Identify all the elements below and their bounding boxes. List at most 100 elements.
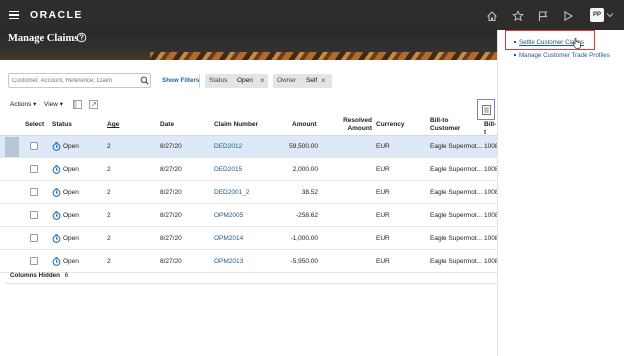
table-header: Select Status Age Date Claim Number Amou… bbox=[0, 112, 497, 136]
open-status-icon bbox=[52, 257, 61, 266]
cell-age: 2 bbox=[107, 258, 111, 265]
highlight-annotation bbox=[505, 30, 595, 50]
col-bill-to-customer[interactable]: Bill-to Customer bbox=[430, 117, 460, 133]
hamburger-menu-icon[interactable] bbox=[9, 11, 19, 20]
favorites-star-icon[interactable] bbox=[512, 10, 524, 22]
oracle-logo: ORACLE bbox=[30, 9, 83, 21]
cell-date: 8/27/20 bbox=[160, 235, 182, 242]
tasks-panel-toggle[interactable] bbox=[477, 99, 495, 120]
table-row[interactable]: Open 2 8/27/20 DED2012 59,500.00 EUR Eag… bbox=[0, 136, 498, 158]
help-icon[interactable] bbox=[76, 32, 87, 43]
cell-claim-number-link[interactable]: OPM2013 bbox=[214, 258, 243, 265]
cell-age: 2 bbox=[107, 143, 111, 150]
cell-customer: Eagle Supermot... bbox=[430, 212, 483, 219]
col-status[interactable]: Status bbox=[52, 121, 72, 129]
cell-currency: EUR bbox=[376, 143, 390, 150]
col-bill-to-more[interactable]: Bill-t bbox=[484, 121, 497, 137]
table-footer-divider bbox=[5, 283, 497, 284]
play-icon[interactable] bbox=[562, 10, 574, 22]
col-claim-number[interactable]: Claim Number bbox=[214, 121, 258, 129]
col-age[interactable]: Age bbox=[107, 121, 119, 129]
actions-menu[interactable]: Actions ▾ bbox=[10, 100, 36, 108]
col-currency[interactable]: Currency bbox=[376, 121, 405, 129]
cell-amount: -5,950.00 bbox=[290, 258, 318, 265]
tasks-list-icon bbox=[482, 105, 491, 115]
row-selection-indicator bbox=[5, 137, 19, 157]
table-row[interactable]: Open 2 8/27/20 OPM2005 -258.62 EUR Eagle… bbox=[0, 205, 498, 227]
cell-date: 8/27/20 bbox=[160, 143, 182, 150]
task-link-manage-customer-trade-profiles[interactable]: Manage Customer Trade Profiles bbox=[514, 52, 610, 59]
cell-age: 2 bbox=[107, 235, 111, 242]
cell-claim-number-link[interactable]: OPM2005 bbox=[214, 212, 243, 219]
open-status-icon bbox=[52, 165, 61, 174]
cell-claim-number-link[interactable]: DED2001_2 bbox=[214, 189, 249, 196]
col-date[interactable]: Date bbox=[160, 121, 174, 129]
remove-chip-icon[interactable]: × bbox=[321, 76, 326, 85]
watchlist-flag-icon[interactable] bbox=[537, 10, 549, 22]
col-bill-to-line2: Customer bbox=[430, 125, 461, 132]
table-row[interactable]: Open 2 8/27/20 OPM2014 -1,000.00 EUR Eag… bbox=[0, 228, 498, 250]
cell-date: 8/27/20 bbox=[160, 189, 182, 196]
cell-amount: 2,000.00 bbox=[292, 166, 318, 173]
col-resolved-amount-line1: Resolved bbox=[343, 117, 372, 124]
task-link-label: Manage Customer Trade Profiles bbox=[519, 52, 610, 59]
status-filter-chip[interactable]: Status Open × bbox=[205, 74, 268, 88]
remove-chip-icon[interactable]: × bbox=[260, 76, 265, 85]
columns-hidden-label: Columns Hidden bbox=[10, 272, 61, 279]
row-checkbox[interactable] bbox=[30, 188, 38, 196]
cell-currency: EUR bbox=[376, 212, 390, 219]
chevron-down-icon[interactable] bbox=[606, 11, 614, 19]
cell-age: 2 bbox=[107, 189, 111, 196]
banner-decoration bbox=[150, 52, 497, 60]
cell-status: Open bbox=[63, 143, 79, 150]
open-status-icon bbox=[52, 234, 61, 243]
cell-customer: Eagle Supermot... bbox=[430, 143, 483, 150]
cell-date: 8/27/20 bbox=[160, 212, 182, 219]
table-row[interactable]: Open 2 8/27/20 DED2015 2,000.00 EUR Eagl… bbox=[0, 159, 498, 181]
home-icon[interactable] bbox=[486, 10, 498, 22]
cell-age: 2 bbox=[107, 212, 111, 219]
open-status-icon bbox=[52, 211, 61, 220]
cell-claim-number-link[interactable]: DED2015 bbox=[214, 166, 242, 173]
chip-value: Open bbox=[237, 77, 253, 84]
detach-table-icon[interactable] bbox=[89, 100, 98, 109]
hand-pointer-cursor-icon bbox=[572, 38, 581, 49]
table-row[interactable]: Open 2 8/27/20 OPM2013 -5,950.00 EUR Eag… bbox=[0, 251, 498, 273]
cell-status: Open bbox=[63, 166, 79, 173]
cell-claim-number-link[interactable]: OPM2014 bbox=[214, 235, 243, 242]
page-title: Manage Claims bbox=[8, 33, 79, 44]
freeze-columns-icon[interactable] bbox=[73, 100, 82, 109]
cell-currency: EUR bbox=[376, 166, 390, 173]
cell-amount: 59,500.00 bbox=[289, 143, 318, 150]
owner-filter-chip[interactable]: Owner Self × bbox=[273, 74, 332, 88]
row-checkbox[interactable] bbox=[30, 234, 38, 242]
cell-customer: Eagle Supermot... bbox=[430, 235, 483, 242]
col-resolved-amount-line2: Amount bbox=[347, 125, 372, 132]
search-input[interactable] bbox=[12, 76, 132, 86]
chip-key: Status bbox=[209, 77, 228, 84]
row-checkbox[interactable] bbox=[30, 165, 38, 173]
cell-currency: EUR bbox=[376, 189, 390, 196]
user-avatar[interactable]: PP bbox=[590, 8, 604, 22]
search-icon[interactable] bbox=[140, 76, 149, 85]
view-menu[interactable]: View ▾ bbox=[44, 100, 63, 108]
cell-date: 8/27/20 bbox=[160, 166, 182, 173]
cell-amount: -1,000.00 bbox=[290, 235, 318, 242]
row-checkbox[interactable] bbox=[30, 257, 38, 265]
view-menu-label: View bbox=[44, 101, 58, 108]
row-checkbox[interactable] bbox=[30, 211, 38, 219]
row-checkbox[interactable] bbox=[30, 142, 38, 150]
cell-status: Open bbox=[63, 235, 79, 242]
cell-claim-number-link[interactable]: DED2012 bbox=[214, 143, 242, 150]
cell-status: Open bbox=[63, 258, 79, 265]
tasks-panel bbox=[497, 30, 624, 356]
col-resolved-amount[interactable]: Resolved Amount bbox=[342, 117, 372, 133]
open-status-icon bbox=[52, 142, 61, 151]
col-amount[interactable]: Amount bbox=[292, 121, 317, 129]
chip-value: Self bbox=[306, 77, 318, 84]
table-row[interactable]: Open 2 8/27/20 DED2001_2 38.52 EUR Eagle… bbox=[0, 182, 498, 204]
show-filters-link[interactable]: Show Filters bbox=[162, 77, 199, 84]
columns-hidden-status: Columns Hidden 6 bbox=[10, 272, 68, 279]
cell-age: 2 bbox=[107, 166, 111, 173]
cell-customer: Eagle Supermot... bbox=[430, 258, 483, 265]
